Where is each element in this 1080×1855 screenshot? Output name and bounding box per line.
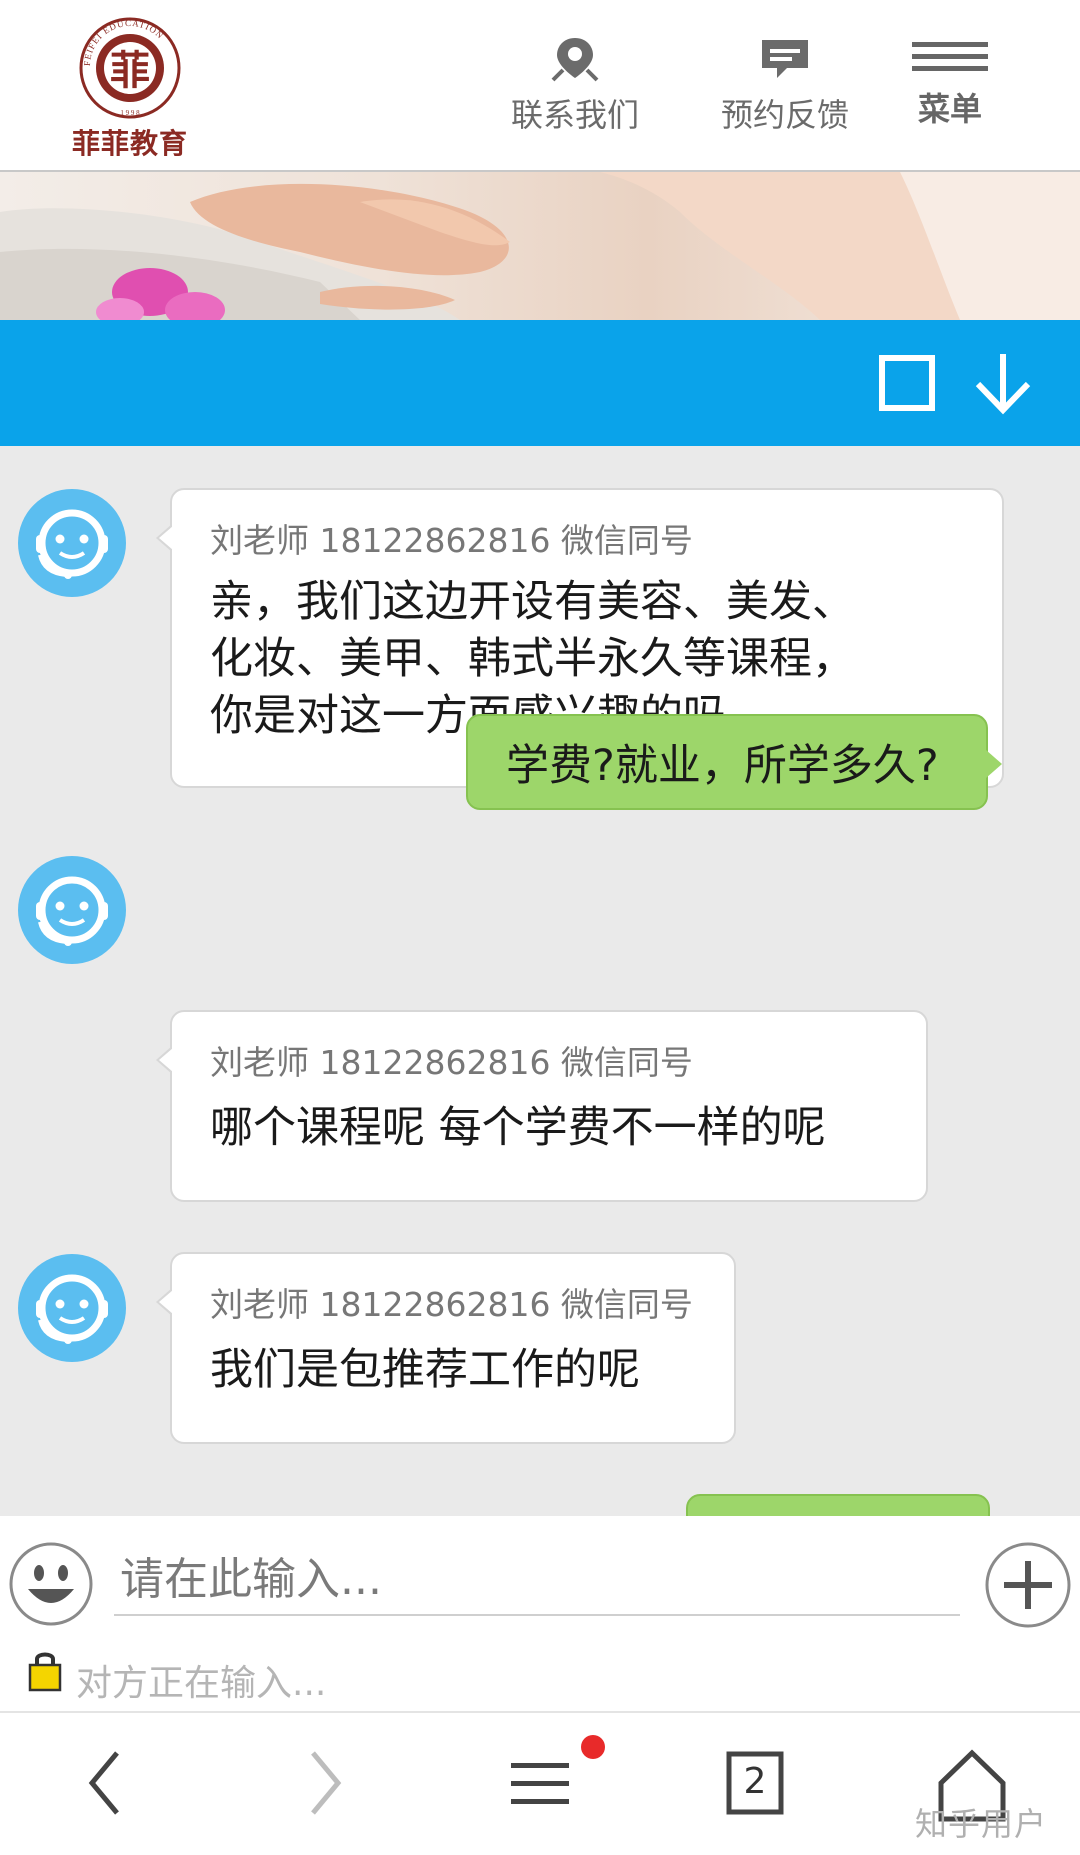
message-sender: 刘老师 18122862816 微信同号 — [210, 521, 693, 560]
logo-name: 菲菲教育 — [71, 127, 188, 160]
chat-messages[interactable]: 刘老师 18122862816 微信同号 亲，我们这边开设有美容、美发、 化妆、… — [0, 446, 1080, 1516]
user-message-bubble: 学费?就业，所学多久? — [466, 714, 1002, 810]
agent-avatar — [18, 856, 126, 964]
message-sender: 刘老师 18122862816 微信同号 — [210, 1285, 693, 1324]
logo-char: 菲 — [110, 48, 150, 94]
nav-feedback[interactable]: 预约反馈 — [715, 36, 855, 136]
typing-status-text: 对方正在输入... — [76, 1663, 327, 1704]
headset-face-icon — [36, 509, 108, 579]
nav-contact-us[interactable]: 联系我们 — [505, 36, 645, 136]
nav-feedback-label: 预约反馈 — [720, 96, 849, 134]
logo-year: 1 9 9 8 — [120, 109, 140, 117]
message-line: 化妆、美甲、韩式半永久等课程， — [210, 634, 855, 684]
site-header: FEIFEI EDUCATION 1 9 9 8 菲 菲菲教育 联系我们 预约反… — [0, 0, 1080, 172]
emoji-button-icon[interactable] — [8, 1541, 94, 1627]
arrow-down-icon[interactable] — [972, 350, 1034, 416]
message-line: 哪个课程呢 每个学费不一样的呢 — [210, 1103, 826, 1153]
forward-icon[interactable] — [278, 1743, 368, 1823]
agent-avatar — [18, 489, 126, 597]
message-line: 我们是包推荐工作的呢 — [210, 1345, 640, 1395]
notification-dot-icon — [581, 1735, 605, 1759]
plus-icon[interactable] — [984, 1541, 1072, 1629]
agent-message-bubble: 刘老师 18122862816 微信同号 我们是包推荐工作的呢 — [156, 1252, 736, 1444]
nav-menu-label: 菜单 — [917, 90, 982, 128]
headset-face-icon — [36, 876, 108, 946]
nav-menu[interactable]: 菜单 — [900, 36, 1000, 130]
message-sender: 刘老师 18122862816 微信同号 — [210, 1043, 693, 1082]
tab-count: 2 — [743, 1761, 767, 1802]
nav-contact-label: 联系我们 — [510, 96, 639, 134]
chat-bubble-icon — [762, 40, 808, 78]
message-input[interactable] — [114, 1544, 960, 1616]
logo-seal-icon: FEIFEI EDUCATION 1 9 9 8 菲 — [79, 17, 181, 119]
message-text: 学费?就业，所学多久? — [506, 741, 939, 791]
maximize-icon[interactable] — [878, 354, 936, 412]
feifei-logo[interactable]: FEIFEI EDUCATION 1 9 9 8 菲 菲菲教育 — [70, 14, 190, 160]
browser-bottom-bar: 2 知乎用户 — [0, 1713, 1080, 1855]
lock-icon — [28, 1652, 62, 1692]
user-message-bubble-partial — [686, 1494, 990, 1516]
agent-avatar — [18, 1254, 126, 1362]
browser-menu-button[interactable] — [495, 1735, 605, 1823]
headset-face-icon — [36, 1274, 108, 1344]
agent-message-bubble: 刘老师 18122862816 微信同号 哪个课程呢 每个学费不一样的呢 — [156, 1010, 928, 1202]
watermark-text: 知乎用户 — [915, 1805, 1048, 1843]
banner-image — [0, 172, 1080, 320]
back-icon[interactable] — [62, 1743, 152, 1823]
location-pin-icon — [551, 38, 599, 82]
chat-input-area: 对方正在输入... — [0, 1516, 1080, 1713]
typing-status: 对方正在输入... — [28, 1648, 326, 1704]
tabs-button[interactable]: 2 — [710, 1743, 800, 1823]
menu-lines-icon — [511, 1763, 569, 1804]
hamburger-menu-icon — [912, 42, 988, 71]
message-line: 亲，我们这边开设有美容、美发、 — [210, 577, 855, 627]
chat-window-bar — [0, 320, 1080, 446]
